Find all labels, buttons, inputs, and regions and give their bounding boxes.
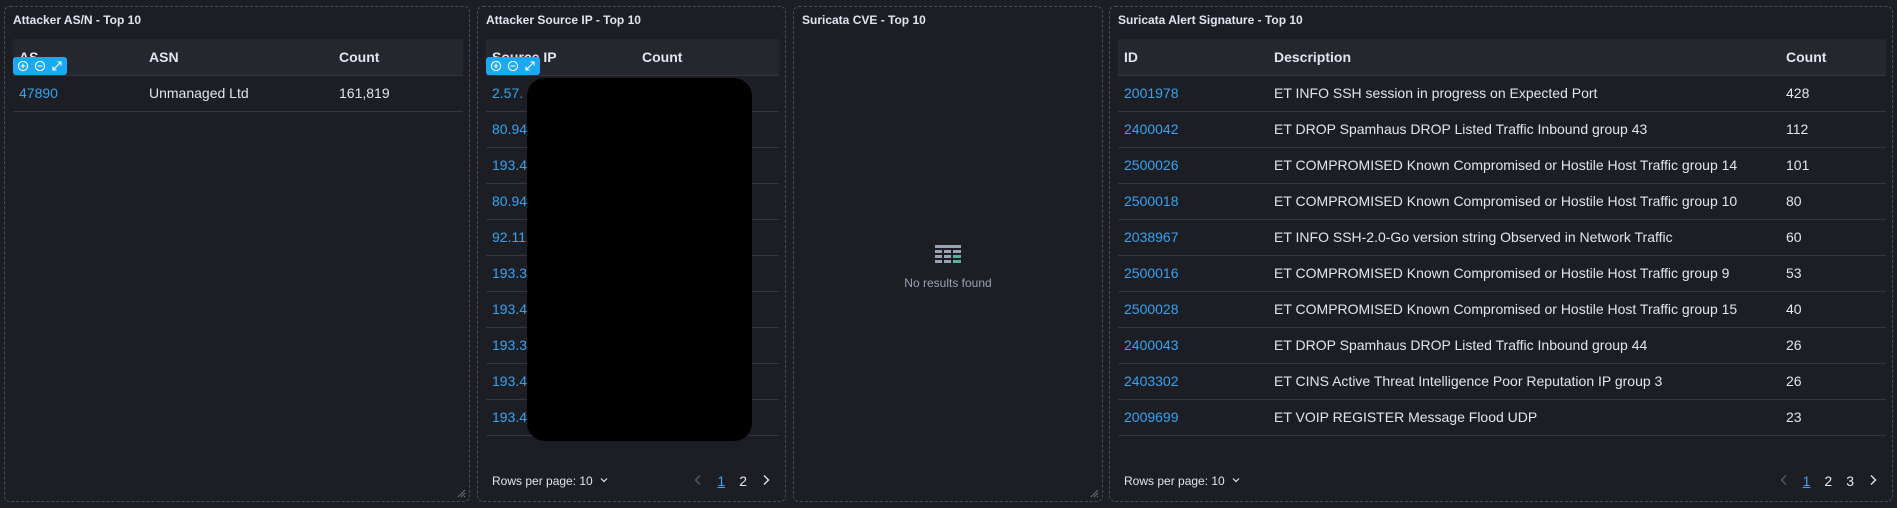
count-cell: 23 <box>1780 399 1886 436</box>
count-cell: 26 <box>1780 327 1886 364</box>
page-button-2[interactable]: 2 <box>739 473 747 489</box>
panel-attacker-source-ip: Attacker Source IP - Top 10 Source IP Co… <box>477 6 786 502</box>
expand-icon[interactable] <box>522 58 538 74</box>
page-button-1[interactable]: 1 <box>717 473 725 489</box>
count-cell: 40 <box>1780 291 1886 328</box>
description-cell: ET COMPROMISED Known Compromised or Host… <box>1268 147 1780 184</box>
count-cell: 112 <box>1780 111 1886 148</box>
zoom-out-icon[interactable] <box>505 58 521 74</box>
table-footer: Rows per page: 10 1 2 <box>478 461 785 501</box>
table-footer: Rows per page: 10 1 2 3 <box>1110 461 1892 501</box>
column-header-description[interactable]: Description <box>1268 39 1780 76</box>
signature-id-link[interactable]: 2500026 <box>1118 147 1268 184</box>
rows-per-page-button[interactable]: Rows per page: 10 <box>492 474 609 488</box>
signature-table: ID Description Count 2001978 ET INFO SSH … <box>1118 39 1886 436</box>
count-cell: 60 <box>1780 219 1886 256</box>
chevron-right-icon[interactable] <box>1868 473 1878 489</box>
dashboard: Attacker AS/N - Top 10 AS ASN Count 4789… <box>0 0 1897 508</box>
table-row: 47890 Unmanaged Ltd 161,819 <box>13 75 463 112</box>
signature-id-link[interactable]: 2001978 <box>1118 75 1268 112</box>
table-icon <box>935 245 961 270</box>
table-row: 2500026 ET COMPROMISED Known Compromised … <box>1118 147 1886 184</box>
signature-id-link[interactable]: 2403302 <box>1118 363 1268 400</box>
description-cell: ET COMPROMISED Known Compromised or Host… <box>1268 291 1780 328</box>
signature-id-link[interactable]: 2500016 <box>1118 255 1268 292</box>
table-row: 2500018 ET COMPROMISED Known Compromised … <box>1118 183 1886 220</box>
expand-icon[interactable] <box>49 58 65 74</box>
page-button-3[interactable]: 3 <box>1846 473 1854 489</box>
column-header-count[interactable]: Count <box>1780 39 1886 76</box>
column-header-count[interactable]: Count <box>333 39 463 76</box>
rows-per-page-button[interactable]: Rows per page: 10 <box>1124 474 1241 488</box>
count-cell: 53 <box>1780 255 1886 292</box>
panel-attacker-asn: Attacker AS/N - Top 10 AS ASN Count 4789… <box>4 6 470 502</box>
table-row: 2500016 ET COMPROMISED Known Compromised … <box>1118 255 1886 292</box>
description-cell: ET DROP Spamhaus DROP Listed Traffic Inb… <box>1268 327 1780 364</box>
empty-state: No results found <box>794 245 1102 290</box>
redaction-block <box>527 78 752 441</box>
table-row: 2400042 ET DROP Spamhaus DROP Listed Traf… <box>1118 111 1886 148</box>
description-cell: ET DROP Spamhaus DROP Listed Traffic Inb… <box>1268 111 1780 148</box>
zoom-in-icon[interactable] <box>488 58 504 74</box>
page-button-2[interactable]: 2 <box>1824 473 1832 489</box>
table-row: 2500028 ET COMPROMISED Known Compromised … <box>1118 291 1886 328</box>
zoom-controls <box>486 57 540 75</box>
zoom-controls <box>13 57 67 75</box>
table-row: 2400043 ET DROP Spamhaus DROP Listed Traf… <box>1118 327 1886 364</box>
asn-table: AS ASN Count 47890 Unmanaged Ltd 161,819 <box>13 39 463 112</box>
panel-title: Attacker Source IP - Top 10 <box>486 13 641 27</box>
column-header-id[interactable]: ID <box>1118 39 1268 76</box>
count-cell: 161,819 <box>333 75 463 112</box>
chevron-left-icon[interactable] <box>1779 473 1789 489</box>
rows-per-page-label: Rows per page: 10 <box>492 474 593 488</box>
panel-suricata-cve: Suricata CVE - Top 10 No results found <box>793 6 1103 502</box>
signature-id-link[interactable]: 2500018 <box>1118 183 1268 220</box>
signature-id-link[interactable]: 2400042 <box>1118 111 1268 148</box>
chevron-down-icon <box>599 474 609 488</box>
as-link[interactable]: 47890 <box>13 75 143 112</box>
signature-id-link[interactable]: 2038967 <box>1118 219 1268 256</box>
zoom-in-icon[interactable] <box>15 58 31 74</box>
count-cell: 101 <box>1780 147 1886 184</box>
column-header-asn[interactable]: ASN <box>143 39 333 76</box>
description-cell: ET INFO SSH-2.0-Go version string Observ… <box>1268 219 1780 256</box>
count-cell: 80 <box>1780 183 1886 220</box>
signature-id-link[interactable]: 2400043 <box>1118 327 1268 364</box>
description-cell: ET CINS Active Threat Intelligence Poor … <box>1268 363 1780 400</box>
table-row: 2001978 ET INFO SSH session in progress o… <box>1118 75 1886 112</box>
table-header-row: ID Description Count <box>1118 39 1886 76</box>
chevron-left-icon[interactable] <box>693 473 703 489</box>
panel-title: Suricata Alert Signature - Top 10 <box>1118 13 1303 27</box>
description-cell: ET VOIP REGISTER Message Flood UDP <box>1268 399 1780 436</box>
pagination: 1 2 3 <box>1779 473 1878 489</box>
count-cell: 428 <box>1780 75 1886 112</box>
column-header-count[interactable]: Count <box>636 39 779 76</box>
rows-per-page-label: Rows per page: 10 <box>1124 474 1225 488</box>
table-row: 2403302 ET CINS Active Threat Intelligenc… <box>1118 363 1886 400</box>
description-cell: ET COMPROMISED Known Compromised or Host… <box>1268 183 1780 220</box>
panel-title: Suricata CVE - Top 10 <box>802 13 926 27</box>
chevron-down-icon <box>1231 474 1241 488</box>
table-row: 2009699 ET VOIP REGISTER Message Flood UD… <box>1118 399 1886 436</box>
chevron-right-icon[interactable] <box>761 473 771 489</box>
description-cell: ET INFO SSH session in progress on Expec… <box>1268 75 1780 112</box>
signature-id-link[interactable]: 2500028 <box>1118 291 1268 328</box>
description-cell: ET COMPROMISED Known Compromised or Host… <box>1268 255 1780 292</box>
resize-icon[interactable] <box>457 489 466 498</box>
asn-cell: Unmanaged Ltd <box>143 75 333 112</box>
signature-id-link[interactable]: 2009699 <box>1118 399 1268 436</box>
resize-icon[interactable] <box>1090 489 1099 498</box>
pagination: 1 2 <box>693 473 771 489</box>
panel-suricata-alert-signature: Suricata Alert Signature - Top 10 ID Des… <box>1109 6 1893 502</box>
page-button-1[interactable]: 1 <box>1803 473 1811 489</box>
empty-state-text: No results found <box>904 276 992 290</box>
zoom-out-icon[interactable] <box>32 58 48 74</box>
table-row: 2038967 ET INFO SSH-2.0-Go version string… <box>1118 219 1886 256</box>
table-header-row: AS ASN Count <box>13 39 463 76</box>
panel-title: Attacker AS/N - Top 10 <box>13 13 142 27</box>
count-cell: 26 <box>1780 363 1886 400</box>
